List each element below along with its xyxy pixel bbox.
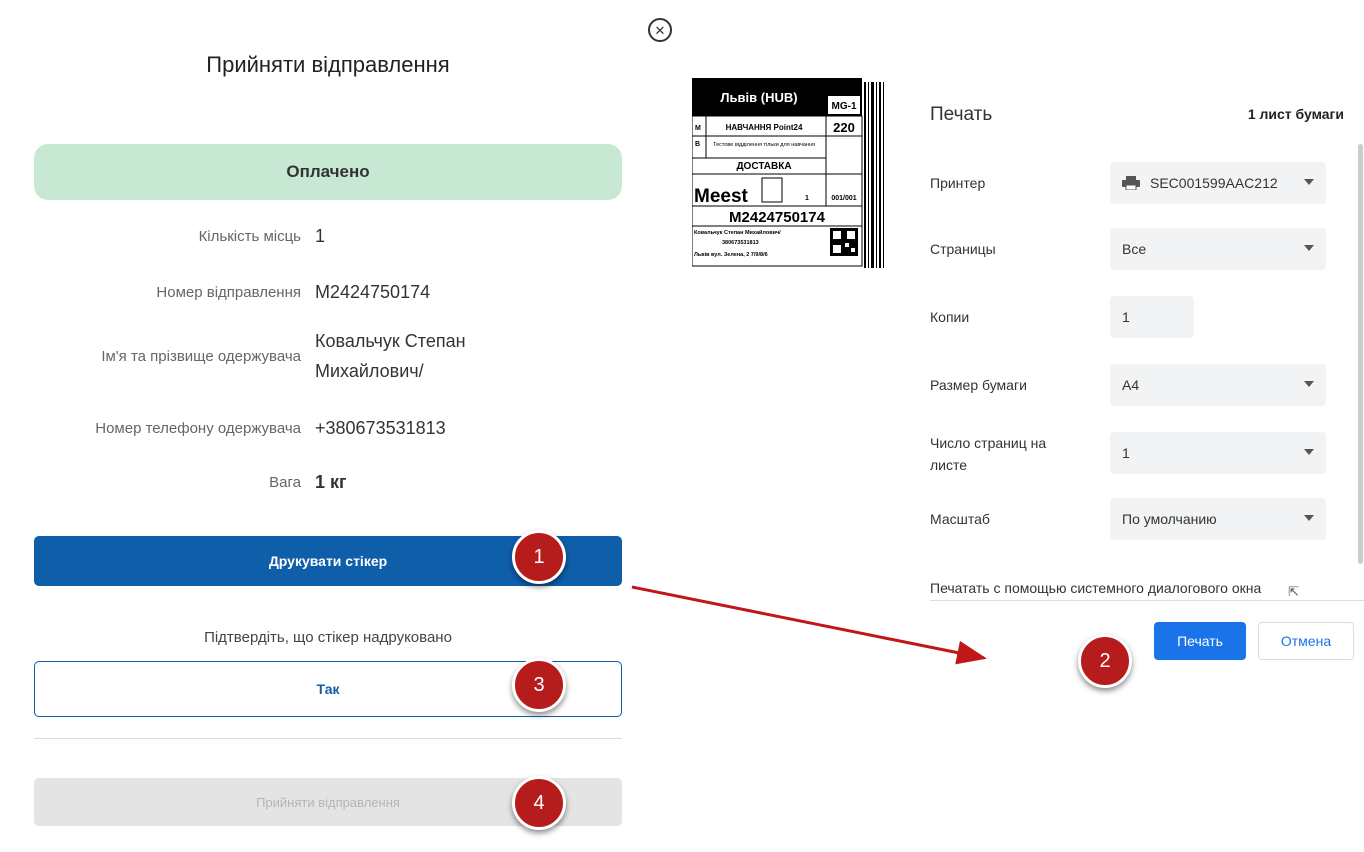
sticker-code: MG-1 [832, 101, 857, 112]
printer-row: Принтер SEC001599AAC212 [930, 162, 1350, 204]
divider [34, 738, 622, 739]
print-dialog: Печать 1 лист бумаги Принтер SEC001599AA… [904, 80, 1364, 700]
scale-row: Масштаб По умолчанию [930, 498, 1350, 540]
field-row-recipient-name: Ім'я та прізвище одержувача Ковальчук Ст… [0, 328, 650, 384]
sticker-row-b: B [695, 141, 700, 148]
field-row-places: Кількість місць 1 [0, 222, 650, 250]
sticker-route: 220 [833, 120, 855, 135]
close-icon[interactable]: ✕ [648, 18, 672, 42]
field-label: Номер відправлення [156, 283, 301, 301]
sticker-tracking: M2424750174 [729, 209, 826, 226]
external-link-icon[interactable]: ⇱ [1288, 584, 1299, 600]
sticker-address: Львів вул. Зелена, 2 7/9/8/6 [694, 252, 768, 258]
field-value: +380673531813 [315, 417, 446, 438]
copies-label: Копии [930, 309, 970, 325]
step-badge-3: 3 [512, 658, 566, 712]
field-value: 1 [315, 225, 326, 246]
divider [930, 600, 1364, 601]
paper-size-row: Размер бумаги A4 [930, 364, 1350, 406]
paper-size-label: Размер бумаги [930, 377, 1027, 393]
sticker-phone: 380673531813 [722, 240, 759, 246]
sticker-piece: 001/001 [831, 195, 856, 202]
field-row-recipient-phone: Номер телефону одержувача +380673531813 [0, 414, 650, 442]
pages-label: Страницы [930, 241, 996, 257]
field-value: Ковальчук Степан Михайлович/ [315, 331, 466, 381]
payment-status-badge: Оплачено [34, 144, 622, 200]
sticker-brand: Meest [694, 186, 749, 207]
copies-row: Копии 1 [930, 296, 1350, 338]
printer-icon [1122, 176, 1140, 191]
scale-value: По умолчанию [1122, 511, 1217, 527]
printer-select[interactable]: SEC001599AAC212 [1110, 162, 1326, 204]
scrollbar[interactable] [1358, 144, 1363, 564]
field-value: M2424750174 [315, 281, 431, 302]
print-button[interactable]: Печать [1154, 622, 1246, 660]
sticker-city: Львів (HUB) [720, 90, 797, 105]
sheets-count: 1 лист бумаги [1247, 106, 1344, 122]
chevron-down-icon [1304, 449, 1314, 455]
qr-code-icon [830, 228, 858, 256]
step-badge-4: 4 [512, 776, 566, 830]
sticker-branch-note: Тестове відділення тільки для навчання [713, 142, 815, 148]
paper-size-select[interactable]: A4 [1110, 364, 1326, 406]
accept-shipment-panel: Прийняти відправлення Оплачено Кількість… [0, 0, 650, 852]
field-label: Ім'я та прізвище одержувача [101, 347, 301, 365]
pages-per-sheet-value: 1 [1122, 445, 1130, 461]
confirm-printed-text: Підтвердіть, що стікер надруковано [204, 629, 452, 646]
printer-value: SEC001599AAC212 [1150, 175, 1278, 191]
sticker-branch: НАВЧАННЯ Point24 [726, 123, 803, 132]
scale-select[interactable]: По умолчанию [1110, 498, 1326, 540]
pages-per-sheet-label: Число страниц на листе [930, 435, 1047, 473]
field-row-weight: Вага 1 кг [0, 468, 650, 496]
pages-select[interactable]: Все [1110, 228, 1326, 270]
printer-label: Принтер [930, 175, 986, 191]
chevron-down-icon [1304, 381, 1314, 387]
step-badge-2: 2 [1078, 634, 1132, 688]
chevron-down-icon [1304, 179, 1314, 185]
pages-value: Все [1122, 241, 1147, 257]
print-dialog-title: Печать [930, 104, 993, 125]
copies-input[interactable]: 1 [1110, 296, 1194, 338]
field-label: Вага [269, 473, 301, 491]
paper-size-value: A4 [1122, 377, 1140, 393]
field-row-tracking: Номер відправлення M2424750174 [0, 278, 650, 306]
sticker-preview: Львів (HUB) MG-1 M B НАВЧАННЯ Point24 22… [692, 78, 886, 274]
field-label: Номер телефону одержувача [95, 419, 301, 437]
cancel-button[interactable]: Отмена [1258, 622, 1354, 660]
scale-label: Масштаб [930, 511, 990, 527]
pages-per-sheet-select[interactable]: 1 [1110, 432, 1326, 474]
field-value: 1 кг [315, 471, 347, 492]
sticker-delivery: ДОСТАВКА [736, 161, 791, 172]
sticker-recipient: Ковальчук Степан Михайлович/ [694, 229, 781, 236]
chevron-down-icon [1304, 245, 1314, 251]
barcode-icon [864, 82, 884, 268]
panel-title: Прийняти відправлення [206, 52, 450, 77]
pages-per-sheet-row: Число страниц на листе 1 [930, 426, 1350, 482]
sticker-places: 1 [805, 195, 809, 202]
field-label: Кількість місць [198, 227, 301, 245]
pages-row: Страницы Все [930, 228, 1350, 270]
chevron-down-icon [1304, 515, 1314, 521]
system-dialog-link[interactable]: Печатать с помощью системного диалоговог… [930, 580, 1280, 596]
sticker-row-m: M [695, 125, 701, 132]
step-badge-1: 1 [512, 530, 566, 584]
